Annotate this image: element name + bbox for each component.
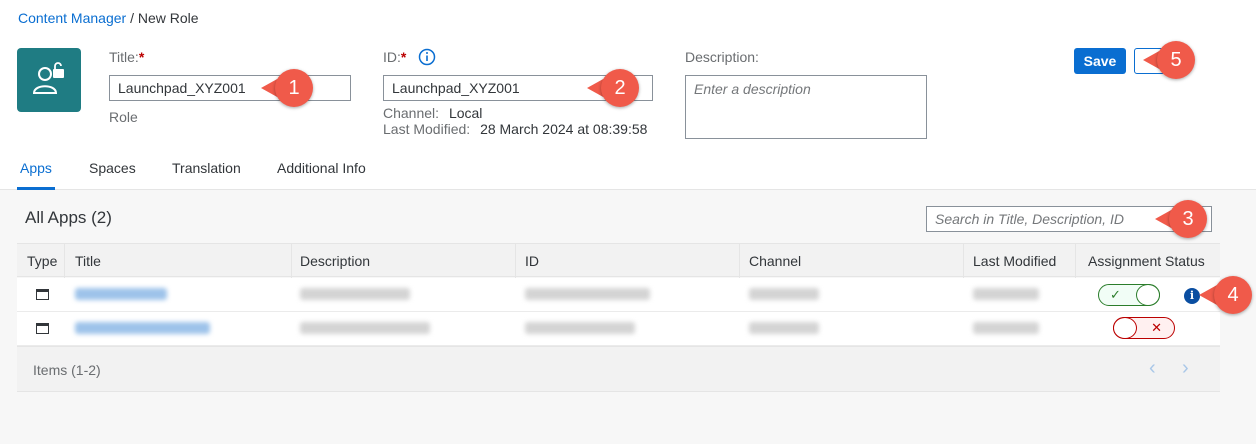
description-textarea[interactable]: Enter a description — [685, 75, 927, 139]
info-icon[interactable] — [418, 48, 436, 66]
last-modified-info: Last Modified: 28 March 2024 at 08:39:58 — [383, 121, 647, 137]
tab-apps[interactable]: Apps — [20, 160, 52, 176]
breadcrumb-current: New Role — [137, 10, 199, 26]
tab-translation[interactable]: Translation — [172, 160, 241, 176]
table-row[interactable]: ✓ i — [17, 278, 1220, 312]
chevron-left-icon[interactable]: ‹ — [1149, 357, 1156, 380]
table-row[interactable]: ✕ — [17, 312, 1220, 346]
save-button[interactable]: Save — [1074, 48, 1126, 74]
assignment-toggle-off[interactable]: ✕ — [1113, 317, 1175, 339]
title-input[interactable]: Launchpad_XYZ001 — [109, 75, 351, 101]
app-window-icon — [36, 289, 49, 300]
breadcrumb-content-manager-link[interactable]: Content Manager — [18, 10, 126, 26]
app-window-icon — [36, 323, 49, 334]
app-title-link[interactable] — [75, 288, 167, 300]
assignment-info-icon[interactable]: i — [1184, 288, 1200, 304]
app-id — [525, 322, 635, 334]
column-header-channel[interactable]: Channel — [749, 253, 801, 269]
id-label: ID:* — [383, 49, 407, 65]
toggle-knob — [1113, 317, 1137, 339]
breadcrumb: Content Manager / New Role — [18, 10, 199, 26]
app-channel — [749, 322, 819, 334]
app-title-link[interactable] — [75, 322, 210, 334]
tab-spaces[interactable]: Spaces — [89, 160, 136, 176]
assignment-toggle-on[interactable]: ✓ — [1098, 284, 1160, 306]
channel-info: Channel: Local — [383, 105, 482, 121]
channel-label: Channel: — [383, 105, 440, 121]
title-label: Title:* — [109, 49, 145, 65]
column-header-description[interactable]: Description — [300, 253, 370, 269]
column-header-id[interactable]: ID — [525, 253, 539, 269]
app-last-modified — [973, 288, 1039, 300]
toggle-knob — [1136, 284, 1160, 306]
apps-section-title: All Apps (2) — [25, 208, 112, 227]
app-id — [525, 288, 650, 300]
last-modified-value: 28 March 2024 at 08:39:58 — [480, 121, 648, 137]
tab-additional-info[interactable]: Additional Info — [277, 160, 366, 176]
app-channel — [749, 288, 819, 300]
callout-2: 2 — [601, 69, 639, 107]
app-last-modified — [973, 322, 1039, 334]
chevron-right-icon[interactable]: › — [1182, 357, 1189, 380]
app-description — [300, 288, 410, 300]
role-tile — [17, 48, 81, 112]
tab-bar: Apps Spaces Translation Additional Info — [0, 150, 1256, 190]
table-header: Type Title Description ID Channel Last M… — [17, 243, 1220, 278]
callout-4: 4 — [1214, 276, 1252, 314]
breadcrumb-separator: / — [130, 10, 134, 26]
app-description — [300, 322, 430, 334]
table-footer: Items (1-2) ‹ › — [17, 346, 1220, 392]
callout-1: 1 — [275, 69, 313, 107]
role-type-text: Role — [109, 109, 138, 125]
column-header-last-modified[interactable]: Last Modified — [973, 253, 1056, 269]
column-header-type[interactable]: Type — [27, 253, 57, 269]
channel-value: Local — [448, 105, 483, 121]
user-lock-icon — [32, 62, 64, 94]
column-header-title[interactable]: Title — [75, 253, 101, 269]
column-header-assignment-status[interactable]: Assignment Status — [1088, 253, 1205, 269]
check-icon: ✓ — [1110, 287, 1121, 302]
items-count: Items (1-2) — [33, 362, 101, 378]
description-label: Description: — [685, 49, 759, 65]
last-modified-label: Last Modified: — [383, 121, 471, 137]
callout-5: 5 — [1157, 41, 1195, 79]
callout-3: 3 — [1169, 200, 1207, 238]
cross-icon: ✕ — [1151, 320, 1162, 335]
